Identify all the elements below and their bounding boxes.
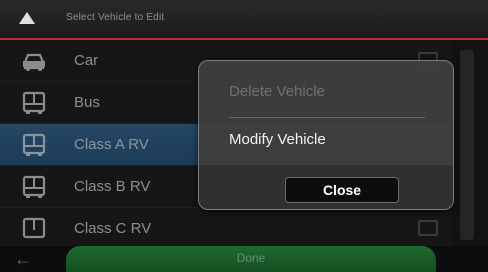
modify-vehicle-option[interactable]: Modify Vehicle bbox=[229, 131, 326, 148]
up-arrow-icon[interactable] bbox=[18, 11, 36, 25]
divider bbox=[229, 117, 425, 118]
vehicle-options-dialog: Delete Vehicle Modify Vehicle Close bbox=[198, 60, 454, 210]
delete-vehicle-option: Delete Vehicle bbox=[229, 83, 325, 100]
title-bar: Select Vehicle to Edit bbox=[0, 0, 488, 38]
close-button[interactable]: Close bbox=[285, 177, 399, 203]
page-title: Select Vehicle to Edit bbox=[66, 12, 165, 23]
